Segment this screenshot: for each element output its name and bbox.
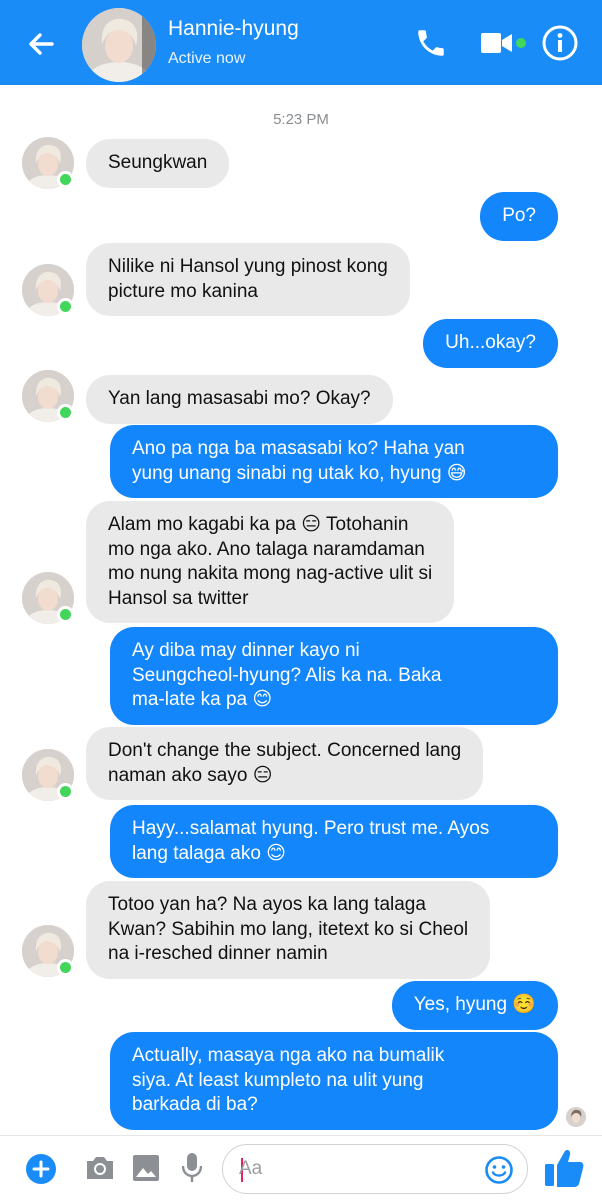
outgoing-message[interactable]: Hayy...salamat hyung. Pero trust me. Ayo…: [110, 805, 558, 879]
online-status-dot: [57, 606, 74, 623]
camera-icon[interactable]: [84, 1153, 116, 1183]
online-status-dot: [57, 783, 74, 800]
incoming-message[interactable]: Don't change the subject. Concerned lang…: [86, 727, 484, 801]
outgoing-message[interactable]: Yes, hyung ☺️: [391, 981, 558, 1030]
message-thread[interactable]: 5:23 PM Seungkwan Po? Nilike ni Hansol y…: [0, 85, 602, 1135]
incoming-message[interactable]: Totoo yan ha? Na ayos ka lang talaga Kwa…: [86, 881, 491, 979]
video-camera-icon[interactable]: [480, 30, 514, 56]
incoming-message[interactable]: Alam mo kagabi ka pa 😑 Totohanin mo nga …: [86, 501, 455, 624]
online-status-dot: [57, 298, 74, 315]
read-receipt-avatar: [566, 1107, 586, 1127]
message-input[interactable]: [239, 1153, 479, 1185]
incoming-message[interactable]: Yan lang masasabi mo? Okay?: [86, 375, 393, 424]
microphone-icon[interactable]: [180, 1151, 204, 1185]
video-online-dot: [516, 38, 526, 48]
thumbs-up-icon[interactable]: [542, 1146, 586, 1190]
contact-avatar[interactable]: [82, 8, 156, 82]
message-input-box[interactable]: [222, 1144, 528, 1194]
phone-icon[interactable]: [414, 26, 448, 60]
incoming-message[interactable]: Seungkwan: [86, 139, 230, 188]
outgoing-message[interactable]: Ano pa nga ba masasabi ko? Haha yan yung…: [110, 425, 558, 499]
active-status: Active now: [168, 50, 246, 67]
timestamp: 5:23 PM: [273, 111, 329, 128]
outgoing-message[interactable]: Actually, masaya nga ako na bumalik siya…: [110, 1032, 558, 1130]
outgoing-message[interactable]: Ay diba may dinner kayo ni Seungcheol-hy…: [110, 627, 558, 725]
emoji-icon[interactable]: [484, 1155, 514, 1185]
online-status-dot: [57, 959, 74, 976]
info-icon[interactable]: [541, 24, 579, 62]
back-arrow-icon[interactable]: [24, 27, 58, 61]
contact-name[interactable]: Hannie-hyung: [168, 17, 299, 41]
plus-icon[interactable]: [25, 1153, 57, 1185]
incoming-message[interactable]: Nilike ni Hansol yung pinost kong pictur…: [86, 243, 410, 317]
image-icon[interactable]: [131, 1153, 161, 1183]
outgoing-message[interactable]: Po?: [480, 192, 558, 241]
message-composer: [0, 1135, 602, 1200]
online-status-dot: [57, 171, 74, 188]
chat-header: Hannie-hyung Active now: [0, 0, 602, 85]
outgoing-message[interactable]: Uh...okay?: [423, 319, 558, 368]
online-status-dot: [57, 404, 74, 421]
